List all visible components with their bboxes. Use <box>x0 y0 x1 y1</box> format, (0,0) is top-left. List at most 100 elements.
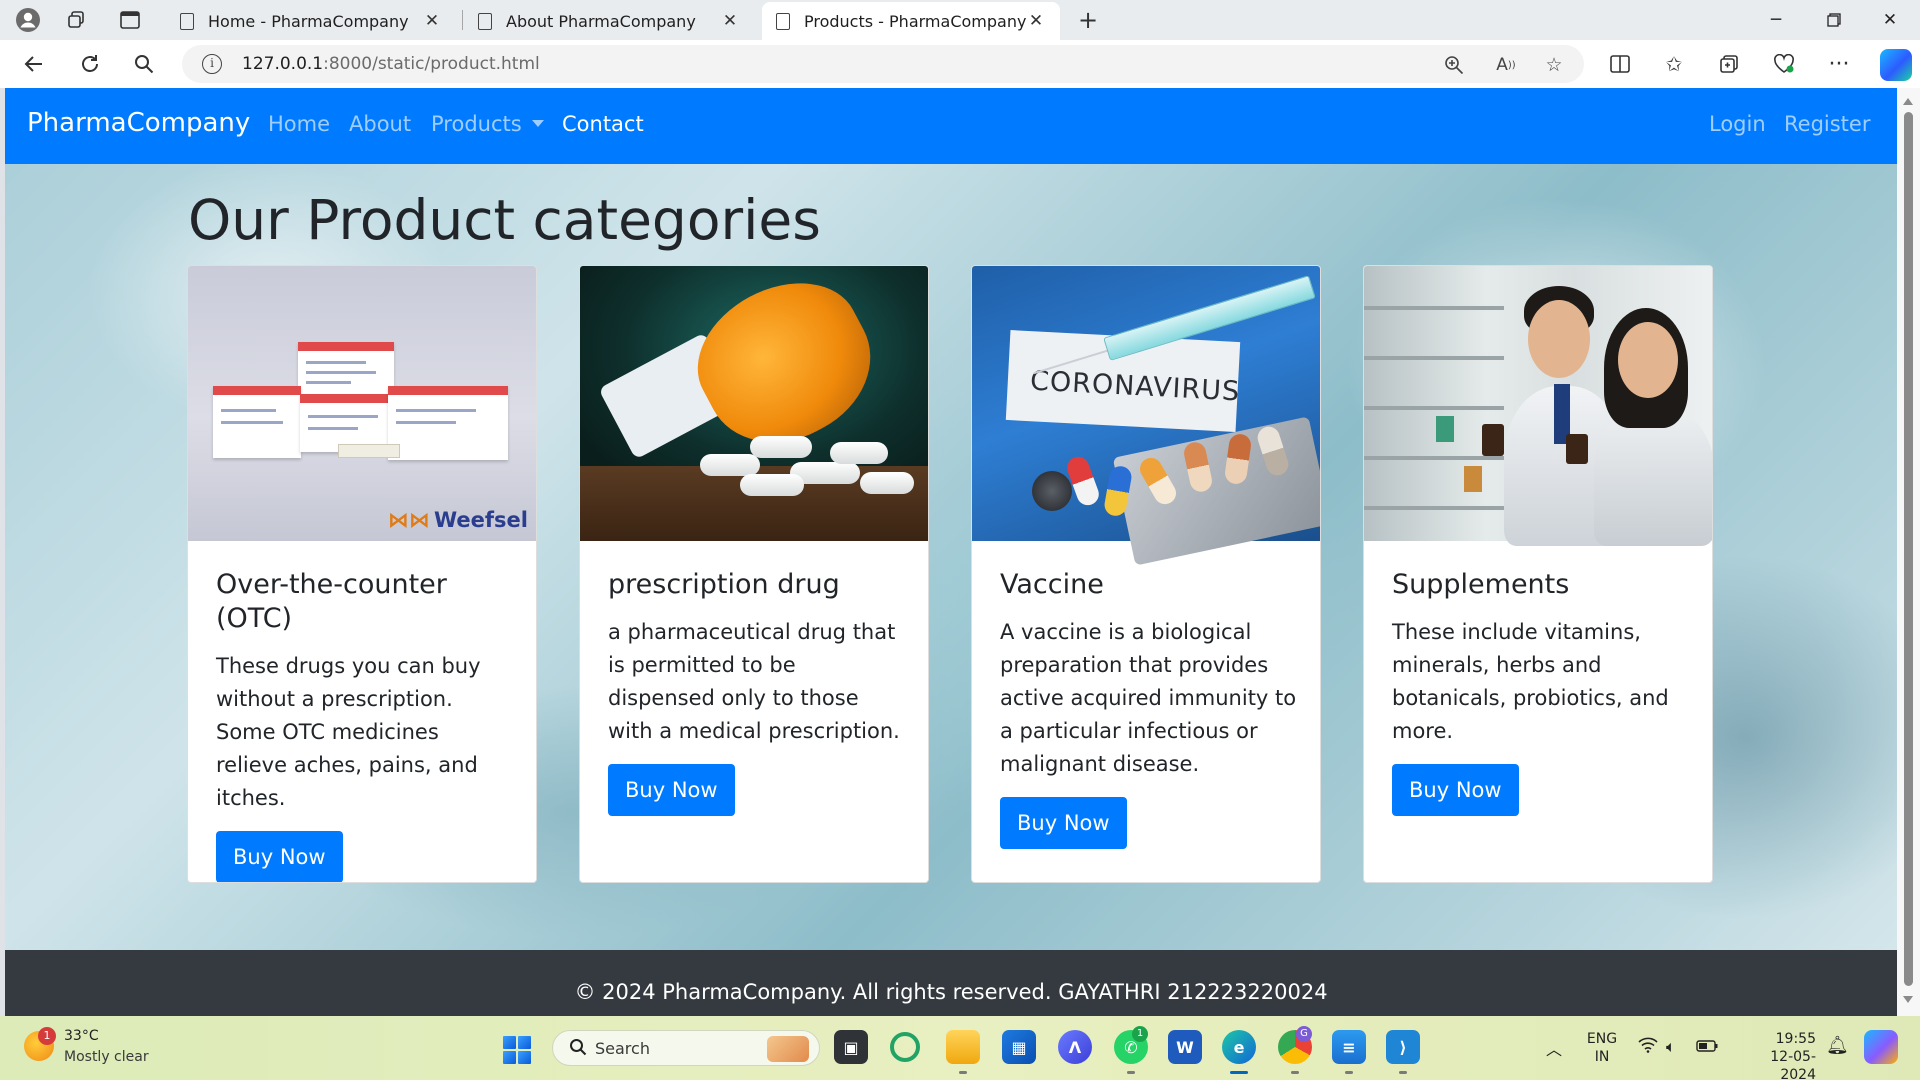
split-screen-icon[interactable] <box>1602 46 1638 82</box>
buy-now-button[interactable]: Buy Now <box>216 831 343 882</box>
taskbar-search[interactable]: Search <box>552 1030 820 1066</box>
file-explorer-icon[interactable] <box>946 1030 980 1064</box>
card-body: Over-the-counter (OTC) These drugs you c… <box>216 568 516 882</box>
pill <box>860 472 914 494</box>
prescription-bottle-image <box>580 266 928 541</box>
scroll-up-icon[interactable] <box>1903 98 1913 105</box>
read-aloud-icon[interactable]: A)) <box>1492 51 1520 79</box>
notification-bell-icon[interactable]: 🔔︎ <box>1826 1035 1849 1056</box>
browser-essentials-icon[interactable] <box>1766 46 1802 82</box>
tab-title: Products - PharmaCompany <box>804 11 1026 31</box>
zoom-icon[interactable] <box>1440 51 1468 79</box>
favorites-icon[interactable]: ✩ <box>1656 46 1692 82</box>
profile-icon[interactable] <box>10 2 46 38</box>
running-indicator <box>1399 1071 1407 1074</box>
tab-actions-icon[interactable] <box>112 2 148 38</box>
pill <box>830 442 888 464</box>
tray-overflow-chevron-icon[interactable]: ︿ <box>1546 1036 1562 1060</box>
tab-home[interactable]: Home - PharmaCompany ✕ <box>166 2 456 40</box>
card-title: Supplements <box>1392 569 1570 600</box>
tab-products[interactable]: Products - PharmaCompany ✕ <box>762 2 1060 40</box>
buy-now-button[interactable]: Buy Now <box>608 764 735 816</box>
product-card-supplements: Supplements These include vitamins, mine… <box>1363 265 1713 883</box>
minimize-icon[interactable]: ─ <box>1748 0 1804 40</box>
edge-icon[interactable]: e <box>1222 1030 1256 1064</box>
shelf <box>1364 306 1504 310</box>
otc-product-image: ⋈⋈ Weefsel <box>188 266 536 541</box>
notepad-icon[interactable]: ≡ <box>1332 1030 1366 1064</box>
page-viewport: PharmaCompany Home About Products Contac… <box>5 88 1897 1016</box>
bottle <box>1464 466 1482 492</box>
close-icon[interactable]: ✕ <box>1026 11 1046 31</box>
card-title: Vaccine <box>1000 569 1104 600</box>
nav-home[interactable]: Home <box>268 112 330 136</box>
document-icon <box>180 12 194 30</box>
weefsel-logo: ⋈⋈ Weefsel <box>388 508 528 532</box>
back-icon[interactable] <box>16 46 52 82</box>
task-view-icon[interactable]: ▣ <box>834 1030 868 1064</box>
scrollbar-thumb[interactable] <box>1904 112 1913 986</box>
footer-copyright: © 2024 PharmaCompany. All rights reserve… <box>574 980 1328 1004</box>
arc-app-icon[interactable]: Λ <box>1058 1030 1092 1064</box>
clock-time: 19:55 <box>1775 1031 1816 1047</box>
url-text[interactable]: 127.0.0.1:8000/static/product.html <box>242 54 540 74</box>
weather-description[interactable]: Mostly clear <box>64 1049 149 1065</box>
nav-register[interactable]: Register <box>1784 112 1870 136</box>
favorite-star-icon[interactable]: ☆ <box>1540 51 1568 79</box>
copilot-icon[interactable] <box>1880 49 1912 81</box>
taskbar-search-placeholder: Search <box>595 1039 650 1058</box>
copilot-app-icon[interactable] <box>890 1032 920 1062</box>
card-title: Over-the-counter (OTC) <box>216 569 447 634</box>
bottle <box>1436 416 1454 442</box>
workspaces-icon[interactable] <box>58 2 94 38</box>
more-menu-icon[interactable]: ··· <box>1821 46 1857 82</box>
word-icon[interactable]: W <box>1168 1030 1202 1064</box>
nav-products-dropdown[interactable]: Products <box>431 112 544 136</box>
search-icon[interactable] <box>126 46 162 82</box>
close-icon[interactable]: ✕ <box>422 11 442 31</box>
start-button-icon[interactable] <box>503 1036 531 1064</box>
nav-about[interactable]: About <box>349 112 411 136</box>
running-indicator <box>1127 1071 1135 1074</box>
vscode-icon[interactable]: ⟩ <box>1386 1030 1420 1064</box>
url-host: 127.0.0.1 <box>242 54 324 74</box>
shelf <box>1364 356 1504 360</box>
card-body: prescription drug a pharmaceutical drug … <box>608 568 908 816</box>
buy-now-button[interactable]: Buy Now <box>1392 764 1519 816</box>
volume-icon[interactable]: 🔈︎ <box>1666 1037 1676 1057</box>
card-title: prescription drug <box>608 569 840 600</box>
medicine-box <box>298 342 394 402</box>
collections-icon[interactable] <box>1711 46 1747 82</box>
pill <box>700 454 760 476</box>
microsoft-store-icon[interactable]: ▦ <box>1002 1030 1036 1064</box>
shelf <box>1364 506 1504 510</box>
tab-title: About PharmaCompany <box>506 11 696 31</box>
buy-now-button[interactable]: Buy Now <box>1000 797 1127 849</box>
language-indicator[interactable]: ENG IN <box>1584 1030 1620 1066</box>
page-title: Our Product categories <box>188 188 821 252</box>
close-window-icon[interactable]: ✕ <box>1862 0 1918 40</box>
address-bar[interactable]: i 127.0.0.1:8000/static/product.html A))… <box>182 45 1584 83</box>
search-highlight-icon <box>767 1036 809 1062</box>
pharmacist-male-head <box>1528 300 1590 378</box>
system-clock[interactable]: 19:55 12-05-2024 <box>1740 1030 1816 1080</box>
nav-contact[interactable]: Contact <box>562 112 644 136</box>
scroll-down-icon[interactable] <box>1903 996 1913 1003</box>
card-text: These include vitamins, minerals, herbs … <box>1392 620 1669 743</box>
pharmacists-image <box>1364 266 1712 546</box>
copilot-preview-icon[interactable] <box>1864 1030 1898 1064</box>
clock-date: 12-05-2024 <box>1770 1049 1816 1080</box>
weather-temperature[interactable]: 33°C <box>64 1028 99 1044</box>
close-icon[interactable]: ✕ <box>720 11 740 31</box>
wifi-icon[interactable] <box>1638 1037 1658 1057</box>
new-tab-icon[interactable]: + <box>1070 2 1106 38</box>
tab-about[interactable]: About PharmaCompany ✕ <box>464 2 754 40</box>
battery-icon[interactable] <box>1696 1037 1718 1056</box>
nav-login[interactable]: Login <box>1709 112 1766 136</box>
weather-badge: 1 <box>38 1027 56 1045</box>
site-info-icon[interactable]: i <box>202 54 222 74</box>
restore-icon[interactable] <box>1806 0 1862 40</box>
refresh-icon[interactable] <box>72 46 108 82</box>
page-scrollbar[interactable] <box>1897 88 1920 1016</box>
navbar-brand[interactable]: PharmaCompany <box>27 108 250 138</box>
